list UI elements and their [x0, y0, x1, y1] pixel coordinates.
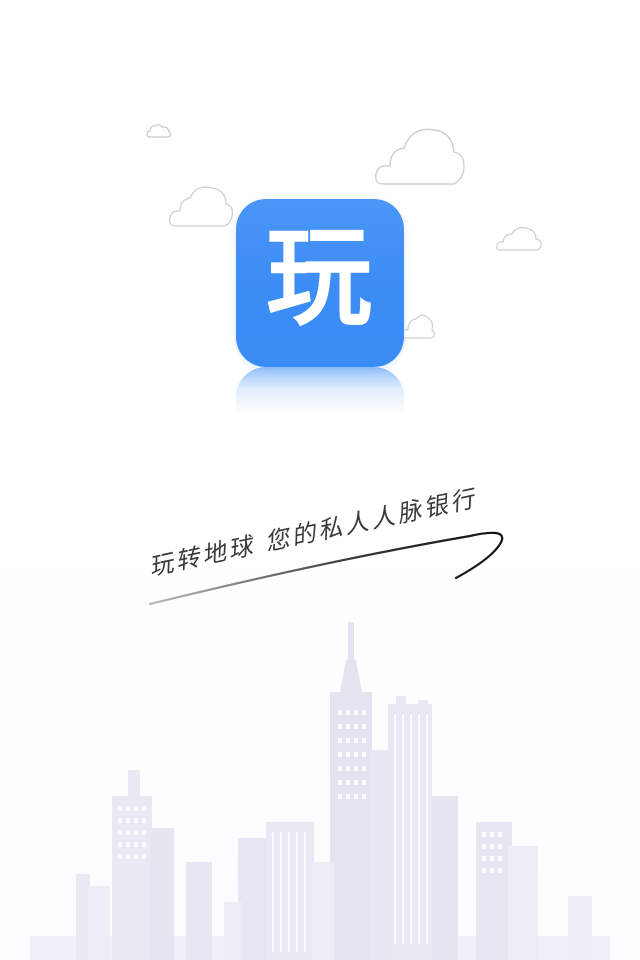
- splash-screen: 玩 玩转地球 您的私人人脉银行: [0, 0, 640, 960]
- city-skyline-illustration: [30, 622, 610, 960]
